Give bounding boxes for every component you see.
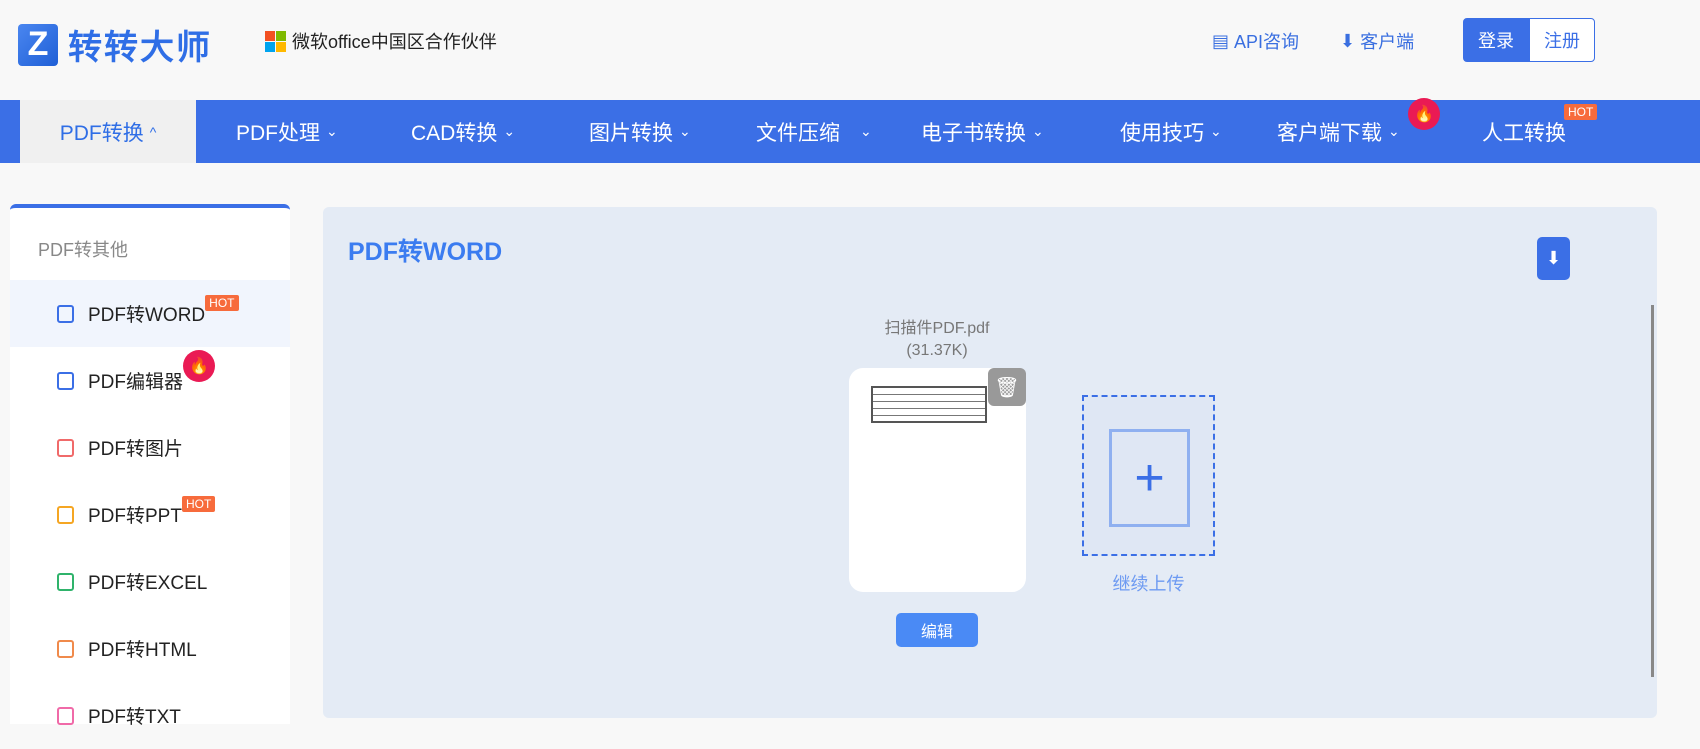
nav-cad[interactable]: CAD转换 ⌄ (411, 100, 515, 163)
hot-badge: HOT (1564, 104, 1598, 120)
logo[interactable]: Z 转转大师 (18, 20, 212, 69)
image-icon (57, 438, 74, 457)
hot-badge: HOT (205, 294, 239, 311)
document-thumbnail (871, 386, 987, 423)
nav-ebook[interactable]: 电子书转换 ⌄ (921, 100, 1044, 163)
excel-icon (57, 572, 74, 591)
nav-compress[interactable]: 文件压缩 ⌄ (756, 100, 872, 163)
fire-icon: 🔥 (183, 349, 216, 382)
nav-label: PDF转换 (59, 121, 144, 145)
logo-mark: Z (18, 23, 58, 66)
chevron-down-icon: ⌄ (503, 123, 516, 139)
chevron-up-icon: ^ (149, 123, 157, 140)
download-icon: ⬇ (1340, 30, 1356, 51)
chevron-down-icon: ⌄ (326, 123, 338, 139)
microsoft-icon (265, 30, 286, 52)
monitor-icon (57, 371, 74, 390)
sidebar-item-label: PDF编辑器 (88, 372, 184, 393)
chevron-down-icon: ⌄ (679, 123, 691, 139)
sidebar-item-label: PDF转EXCEL (88, 573, 208, 594)
sidebar-heading: PDF转其他 (38, 240, 128, 260)
main-nav: PDF转换 ^ PDF处理 ⌄ CAD转换 ⌄ 图片转换 ⌄ 文件压缩 ⌄ 电子书转换 ⌄ … (0, 98, 1700, 163)
word-icon (57, 304, 74, 323)
chevron-down-icon: ⌄ (1032, 123, 1044, 139)
sidebar-item-pdf-html[interactable]: PDF转HTML (10, 615, 290, 682)
chevron-down-icon: ⌄ (1388, 123, 1400, 139)
nav-label: 使用技巧 (1120, 121, 1204, 145)
nav-label: PDF处理 (236, 121, 320, 145)
download-app-icon[interactable]: ⬇ (1537, 237, 1570, 280)
nav-label: 电子书转换 (921, 121, 1026, 145)
upload-more-dropzone[interactable]: + (1082, 395, 1215, 556)
sidebar-item-pdf-txt[interactable]: PDF转TXT (10, 682, 290, 749)
api-label: API咨询 (1234, 32, 1300, 52)
register-button[interactable]: 注册 (1529, 18, 1595, 62)
nav-label: 图片转换 (589, 121, 673, 145)
partner-text: 微软office中国区合作伙伴 (292, 32, 497, 52)
nav-label: CAD转换 (411, 121, 498, 145)
fire-icon: 🔥 (1408, 98, 1440, 130)
sidebar-item-pdf-editor[interactable]: PDF编辑器 🔥 (10, 347, 290, 414)
sidebar-item-label: PDF转HTML (88, 640, 197, 661)
nav-label: 文件压缩 (756, 121, 840, 145)
logo-text: 转转大师 (68, 29, 212, 67)
sidebar-item-label: PDF转PPT (88, 506, 182, 527)
file-name: 扫描件PDF.pdf (884, 320, 990, 337)
edit-button[interactable]: 编辑 (896, 613, 978, 647)
nav-pdf-process[interactable]: PDF处理 ⌄ (236, 100, 338, 163)
partner-badge: 微软office中国区合作伙伴 (265, 28, 497, 54)
login-button[interactable]: 登录 (1463, 18, 1529, 62)
nav-client-download[interactable]: 客户端下载 ⌄ (1277, 100, 1400, 163)
file-preview-card: 🗑 (849, 368, 1026, 592)
chat-icon: ▤ (1212, 30, 1230, 51)
chevron-down-icon: ⌄ (860, 123, 872, 139)
html-icon (57, 639, 74, 658)
client-label: 客户端 (1360, 32, 1415, 52)
nav-tips[interactable]: 使用技巧 ⌄ (1120, 100, 1222, 163)
auth-buttons: 登录 注册 (1463, 18, 1595, 62)
nav-label: 人工转换 (1482, 121, 1566, 145)
client-link[interactable]: ⬇ 客户端 (1340, 28, 1414, 54)
sidebar-item-pdf-excel[interactable]: PDF转EXCEL (10, 548, 290, 615)
sidebar-item-pdf-image[interactable]: PDF转图片 (10, 414, 290, 481)
chevron-down-icon: ⌄ (1210, 123, 1222, 139)
nav-label: 客户端下载 (1277, 121, 1382, 145)
api-link[interactable]: ▤ API咨询 (1212, 28, 1299, 54)
sidebar-item-label: PDF转WORD (88, 305, 206, 326)
sidebar-item-label: PDF转图片 (88, 439, 184, 460)
page-title: PDF转WORD (348, 238, 503, 266)
plus-icon: + (1109, 429, 1190, 527)
hot-badge: HOT (181, 495, 216, 512)
trash-icon[interactable]: 🗑 (988, 368, 1026, 406)
ppt-icon (57, 505, 74, 524)
nav-image[interactable]: 图片转换 ⌄ (589, 100, 691, 163)
sidebar: PDF转其他 PDF转WORD HOT PDF编辑器 🔥 PDF转图片 PDF转PP… (10, 204, 290, 728)
nav-manual[interactable]: 人工转换 (1482, 100, 1566, 163)
sidebar-item-pdf-word[interactable]: PDF转WORD HOT (10, 280, 290, 347)
sidebar-item-label: PDF转TXT (88, 707, 181, 728)
txt-icon (57, 706, 74, 725)
scrollbar[interactable] (1651, 305, 1654, 677)
upload-more-label[interactable]: 继续上传 (1082, 570, 1215, 596)
file-size: (31.37K) (906, 342, 968, 359)
nav-pdf-convert[interactable]: PDF转换 ^ (20, 100, 196, 163)
file-info: 扫描件PDF.pdf (31.37K) (837, 318, 1037, 362)
sidebar-item-pdf-ppt[interactable]: PDF转PPT HOT (10, 481, 290, 548)
